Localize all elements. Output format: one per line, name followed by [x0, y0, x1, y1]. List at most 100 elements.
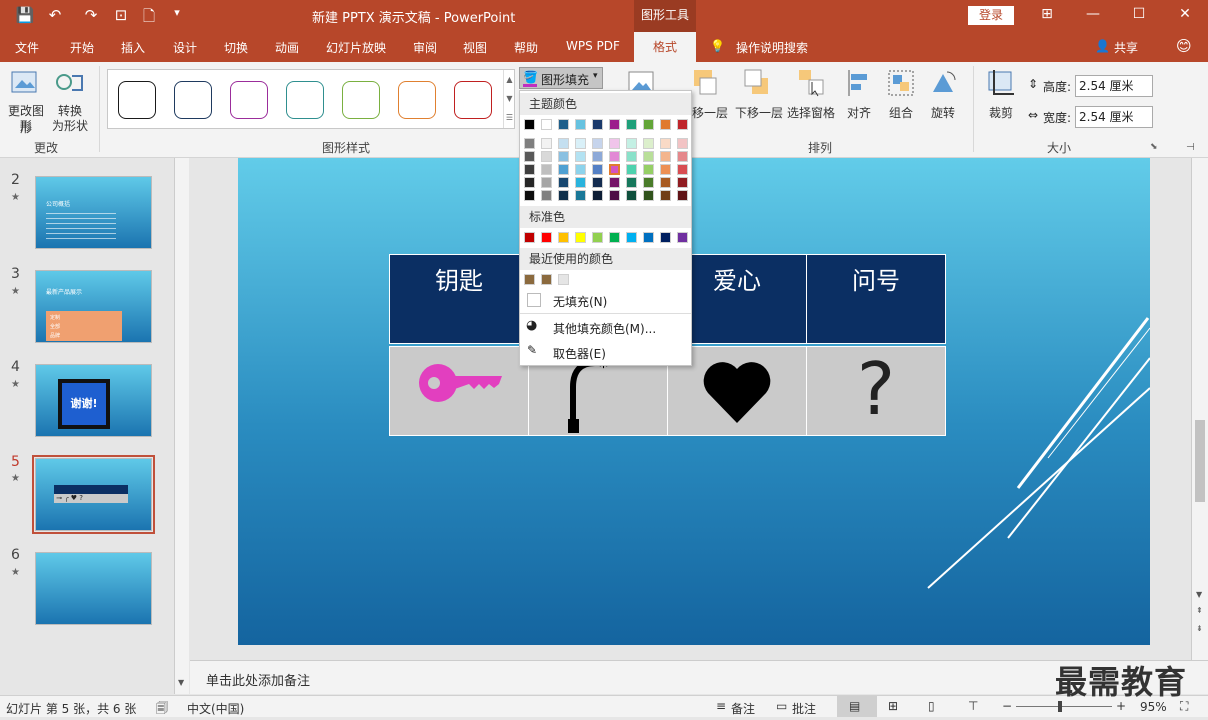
theme-shade-swatch[interactable]	[643, 151, 654, 162]
group-icon[interactable]	[887, 68, 915, 98]
theme-shade-swatch[interactable]	[626, 190, 637, 201]
tab-review[interactable]: 审阅	[413, 39, 437, 56]
gallery-scroll[interactable]: ▲ ▼ ☰	[503, 70, 515, 128]
theme-shade-swatch[interactable]	[524, 138, 535, 149]
theme-shade-swatch[interactable]	[660, 138, 671, 149]
align-icon[interactable]	[846, 68, 874, 98]
recent-color-swatch[interactable]	[524, 274, 535, 285]
theme-shade-swatch[interactable]	[660, 151, 671, 162]
send-backward-icon[interactable]	[742, 68, 770, 98]
next-slide-icon[interactable]: ⇟	[1196, 624, 1203, 633]
scroll-thumb[interactable]	[1195, 420, 1205, 502]
size-dialog-launcher-icon[interactable]: ⬊	[1150, 142, 1158, 152]
theme-shade-swatch[interactable]	[609, 138, 620, 149]
standard-color-swatch[interactable]	[541, 232, 552, 243]
theme-shade-swatch[interactable]	[609, 177, 620, 188]
standard-color-swatch[interactable]	[677, 232, 688, 243]
send-backward-button[interactable]: 下移一层	[735, 104, 783, 121]
theme-shade-swatch[interactable]	[660, 190, 671, 201]
save-icon[interactable]: 💾	[14, 6, 36, 24]
theme-color-swatch[interactable]	[626, 119, 637, 130]
theme-shade-swatch[interactable]	[541, 151, 552, 162]
theme-shade-swatch[interactable]	[643, 138, 654, 149]
standard-color-swatch[interactable]	[575, 232, 586, 243]
slide-thumbnail-4[interactable]: 谢谢!	[35, 364, 152, 437]
theme-shade-swatch[interactable]	[558, 190, 569, 201]
tab-format[interactable]: 格式	[634, 32, 696, 62]
theme-shade-swatch[interactable]	[626, 151, 637, 162]
minimize-icon[interactable]: —	[1078, 6, 1108, 22]
more-fill-colors-item[interactable]: 其他填充颜色(M)...	[553, 320, 656, 337]
crop-button[interactable]: 裁剪	[989, 104, 1013, 121]
edit-shape-button-line2[interactable]: 形	[6, 117, 46, 134]
tab-design[interactable]: 设计	[173, 39, 197, 56]
present-icon[interactable]: ⊡	[110, 6, 132, 24]
theme-shade-swatch[interactable]	[575, 177, 586, 188]
theme-shade-swatch[interactable]	[524, 164, 535, 175]
theme-shade-swatch[interactable]	[524, 151, 535, 162]
theme-shade-swatch[interactable]	[626, 164, 637, 175]
theme-shade-swatch[interactable]	[541, 190, 552, 201]
slide-thumbnail-3[interactable]: 最新产品展示 定制 全部 品牌	[35, 270, 152, 343]
thumbnail-scrollbar[interactable]: ▼	[174, 158, 189, 694]
style-swatch[interactable]	[342, 81, 380, 119]
standard-color-swatch[interactable]	[660, 232, 671, 243]
group-button[interactable]: 组合	[889, 104, 913, 121]
convert-to-shape-icon[interactable]	[55, 68, 85, 98]
bring-forward-button[interactable]: 移一层	[692, 104, 728, 121]
rotate-icon[interactable]	[929, 68, 957, 98]
tab-help[interactable]: 帮助	[514, 39, 538, 56]
theme-shade-swatch[interactable]	[575, 151, 586, 162]
theme-shade-swatch[interactable]	[643, 190, 654, 201]
theme-shade-swatch[interactable]	[541, 177, 552, 188]
theme-color-swatch[interactable]	[541, 119, 552, 130]
theme-shade-swatch[interactable]	[677, 138, 688, 149]
shape-fill-button[interactable]: 🪣 图形填充 ▾	[519, 67, 603, 89]
standard-color-swatch[interactable]	[592, 232, 603, 243]
theme-shade-swatch[interactable]	[660, 177, 671, 188]
pin-ribbon-icon[interactable]: ⊣	[1186, 142, 1195, 153]
theme-color-swatch[interactable]	[592, 119, 603, 130]
theme-shade-swatch[interactable]	[626, 138, 637, 149]
no-fill-item[interactable]: 无填充(N)	[553, 293, 607, 310]
theme-shade-swatch[interactable]	[575, 138, 586, 149]
theme-shade-swatch[interactable]	[677, 190, 688, 201]
undo-icon[interactable]: ↶	[44, 6, 66, 24]
theme-shade-swatch[interactable]	[592, 151, 603, 162]
table-cell-key[interactable]	[389, 346, 529, 436]
style-swatch[interactable]	[454, 81, 492, 119]
theme-color-swatch[interactable]	[643, 119, 654, 130]
notes-placeholder[interactable]: 单击此处添加备注	[206, 670, 310, 689]
theme-shade-swatch[interactable]	[575, 190, 586, 201]
theme-shade-swatch[interactable]	[626, 177, 637, 188]
comments-icon[interactable]: ▭	[776, 699, 787, 713]
theme-shade-swatch[interactable]	[524, 190, 535, 201]
style-swatch[interactable]	[286, 81, 324, 119]
shape-styles-gallery[interactable]: ▲ ▼ ☰	[107, 69, 515, 129]
selection-pane-icon[interactable]	[797, 68, 825, 98]
slide-thumbnail-5[interactable]: ⊸ ╭ ♥ ?	[35, 458, 152, 531]
new-file-icon[interactable]: 🗋	[138, 6, 160, 31]
tab-view[interactable]: 视图	[463, 39, 487, 56]
width-spinner[interactable]: 2.54 厘米	[1075, 106, 1153, 128]
scroll-down-arrow-icon[interactable]: ▼	[1196, 590, 1202, 599]
slideshow-view-icon[interactable]: ⊤	[968, 699, 978, 713]
style-swatch[interactable]	[174, 81, 212, 119]
theme-color-swatch[interactable]	[524, 119, 535, 130]
table-header-question[interactable]: 问号	[806, 254, 946, 344]
theme-shade-swatch[interactable]	[609, 190, 620, 201]
rotate-button[interactable]: 旋转	[931, 104, 955, 121]
theme-shade-swatch[interactable]	[575, 164, 586, 175]
recent-color-swatch[interactable]	[541, 274, 552, 285]
style-swatch[interactable]	[398, 81, 436, 119]
theme-shade-swatch[interactable]	[558, 177, 569, 188]
editor-scrollbar[interactable]: ▼ ⇞ ⇟	[1191, 158, 1208, 660]
theme-shade-swatch[interactable]	[592, 177, 603, 188]
edit-shape-icon[interactable]	[10, 68, 40, 98]
reading-view-icon[interactable]: ▯	[928, 699, 935, 713]
tab-slideshow[interactable]: 幻灯片放映	[326, 39, 386, 56]
height-spinner[interactable]: 2.54 厘米	[1075, 75, 1153, 97]
theme-color-swatch[interactable]	[677, 119, 688, 130]
tab-transitions[interactable]: 切换	[224, 39, 248, 56]
crop-icon[interactable]	[986, 68, 1016, 98]
